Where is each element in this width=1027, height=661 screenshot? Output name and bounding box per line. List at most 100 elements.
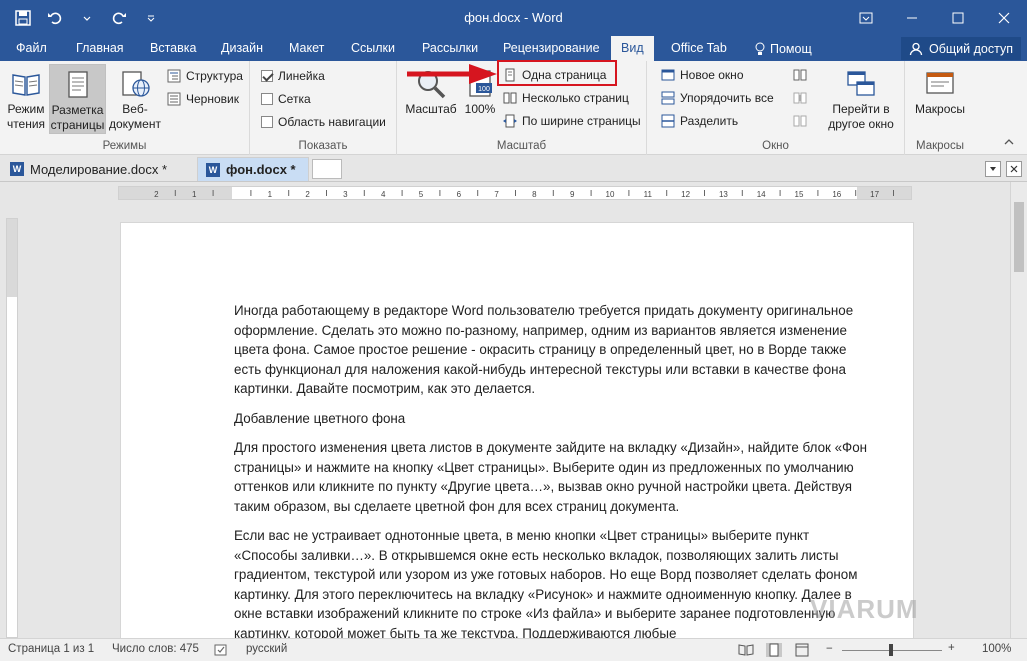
zoom-slider-thumb[interactable] <box>889 644 893 656</box>
minimize-button[interactable] <box>889 0 935 36</box>
arrange-all-icon <box>661 91 675 105</box>
read-mode-icon[interactable] <box>738 643 754 657</box>
macros-button[interactable]: Макросы <box>909 64 971 134</box>
tab-file[interactable]: Файл <box>6 36 57 61</box>
horizontal-ruler[interactable]: 2 1 1 2 3 4 5 6 7 8 9 10 11 12 13 14 15 16 17 <box>118 186 912 200</box>
vertical-ruler[interactable] <box>6 218 18 638</box>
ruler-tick-label: 15 <box>795 190 804 199</box>
proofing-icon-svg <box>214 644 227 656</box>
new-window-button[interactable]: Новое окно <box>661 65 744 85</box>
side-by-side-icon <box>793 69 807 81</box>
outline-button[interactable]: Структура <box>167 66 243 86</box>
tell-me-box[interactable]: Помощ <box>744 36 822 61</box>
page-width-button[interactable]: По ширине страницы <box>503 111 641 131</box>
outline-label: Структура <box>186 69 243 83</box>
share-label: Общий доступ <box>929 41 1013 56</box>
doc-tab-label: фон.docx * <box>226 162 296 177</box>
grid-checkbox[interactable]: Сетка <box>261 89 311 109</box>
ruler-ticks: 2 1 1 2 3 4 5 6 7 8 9 10 11 12 13 14 15 16 17 <box>154 190 894 199</box>
svg-text:100: 100 <box>478 86 490 93</box>
word-doc-icon: W <box>10 162 24 176</box>
nav-pane-checkbox[interactable]: Область навигации <box>261 112 386 132</box>
nav-check-icon <box>261 116 273 128</box>
status-words[interactable]: Число слов: 475 <box>112 643 199 655</box>
new-tab-button[interactable] <box>312 159 342 179</box>
ruler-checkbox[interactable]: Линейка <box>261 66 325 86</box>
draft-button[interactable]: Черновик <box>167 89 239 109</box>
minimize-icon <box>907 17 917 19</box>
status-page[interactable]: Страница 1 из 1 <box>8 643 94 655</box>
grid-check-icon <box>261 93 273 105</box>
paragraph: Если вас не устраивает однотонные цвета,… <box>234 528 858 641</box>
maximize-button[interactable] <box>935 0 981 36</box>
view-mode-buttons <box>738 643 810 657</box>
tab-mailings[interactable]: Рассылки <box>412 36 488 61</box>
group-modes: Режим чтения Разметка страницы Веб- доку… <box>0 61 250 155</box>
watermark: VIARUM <box>810 594 919 624</box>
doc-tab-fon[interactable]: W фон.docx * <box>197 157 309 181</box>
tab-references[interactable]: Ссылки <box>341 36 405 61</box>
zoom-in-button[interactable]: + <box>948 642 955 654</box>
ruler-tick-label: 1 <box>268 190 273 199</box>
close-button[interactable] <box>981 0 1027 36</box>
ruler-tick-label: 12 <box>681 190 690 199</box>
proofing-icon[interactable] <box>214 643 228 657</box>
group-modes-label: Режимы <box>102 140 147 152</box>
page-icon <box>67 71 88 98</box>
tab-view[interactable]: Вид <box>611 36 654 61</box>
switch-windows-button[interactable]: Перейти в другое окно <box>821 64 901 134</box>
split-label: Разделить <box>680 114 739 128</box>
user-icon <box>909 42 923 55</box>
status-bar: Страница 1 из 1 Число слов: 475 русский … <box>0 638 1027 661</box>
group-macros: Макросы Макросы <box>905 61 975 155</box>
arrange-all-button[interactable]: Упорядочить все <box>661 88 774 108</box>
annotation-highlight <box>497 60 617 86</box>
ruler-tick-label: 1 <box>192 190 197 199</box>
zoom-out-button[interactable]: − <box>826 643 833 655</box>
view-side-by-side-button[interactable] <box>793 65 807 85</box>
scrollbar-thumb[interactable] <box>1014 202 1024 272</box>
read-mode-label: Режим чтения <box>6 102 46 131</box>
reset-window-icon <box>793 115 807 127</box>
tab-insert[interactable]: Вставка <box>140 36 206 61</box>
web-layout-label: Веб- документ <box>109 102 161 131</box>
tab-layout[interactable]: Макет <box>279 36 334 61</box>
tab-home[interactable]: Главная <box>66 36 134 61</box>
status-language[interactable]: русский <box>246 643 287 655</box>
split-icon <box>661 114 675 128</box>
print-layout-button[interactable]: Разметка страницы <box>49 64 106 134</box>
group-zoom-label: Масштаб <box>496 140 547 152</box>
multiple-pages-button[interactable]: Несколько страниц <box>503 88 629 108</box>
tab-design[interactable]: Дизайн <box>211 36 273 61</box>
ruler-tick-label: 2 <box>154 190 159 199</box>
reset-window-button[interactable] <box>793 111 807 131</box>
close-all-tabs-button[interactable] <box>1006 161 1022 177</box>
zoom-label: Масштаб <box>405 102 457 116</box>
doc-tab-modeling[interactable]: W Моделирование.docx * <box>2 157 196 181</box>
switch-windows-icon <box>847 71 875 96</box>
document-page[interactable]: Иногда работающему в редакторе Word поль… <box>120 222 914 642</box>
draft-label: Черновик <box>186 92 239 106</box>
heading: Добавление цветного фона <box>234 410 406 426</box>
tab-office-tab[interactable]: Office Tab <box>661 36 737 61</box>
tab-list-button[interactable] <box>985 161 1001 177</box>
status-zoom[interactable]: 100% <box>982 643 1011 655</box>
collapse-ribbon-button[interactable] <box>1003 136 1017 150</box>
ruler-tick-label: 7 <box>494 190 499 199</box>
ribbon-display-button[interactable] <box>843 0 889 36</box>
web-layout-icon[interactable] <box>794 643 810 657</box>
vertical-scrollbar[interactable] <box>1010 182 1027 638</box>
share-button[interactable]: Общий доступ <box>901 37 1021 60</box>
document-body[interactable]: Иногда работающему в редакторе Word поль… <box>234 301 874 641</box>
web-layout-button[interactable]: Веб- документ <box>108 64 162 134</box>
group-show: Линейка Сетка Область навигации Показать <box>250 61 397 155</box>
ruler-tick-label: 9 <box>570 190 575 199</box>
tab-review[interactable]: Рецензирование <box>493 36 610 61</box>
read-mode-button[interactable]: Режим чтения <box>4 64 48 134</box>
print-layout-icon[interactable] <box>766 643 782 657</box>
outline-icon <box>167 69 181 83</box>
macros-label: Макросы <box>914 102 966 116</box>
split-button[interactable]: Разделить <box>661 111 738 131</box>
multiple-pages-icon <box>503 92 517 104</box>
sync-scroll-button[interactable] <box>793 88 807 108</box>
